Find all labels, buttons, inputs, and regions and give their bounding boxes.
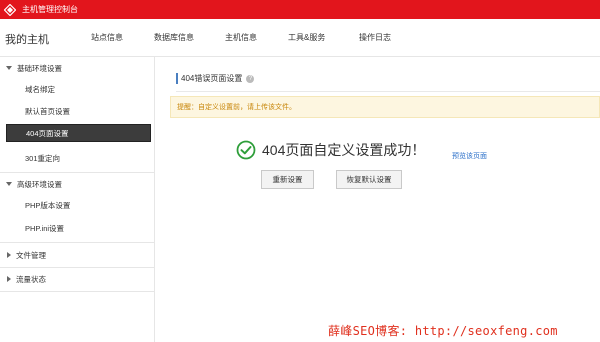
check-circle-icon — [236, 140, 256, 160]
caret-down-icon — [6, 66, 12, 70]
sidebar-group-traffic[interactable]: 流量状态 — [0, 270, 155, 288]
sidebar: 基础环境设置 域名绑定 默认首页设置 404页面设置 301重定向 高级环境设置… — [0, 57, 155, 342]
sidebar-item-default-homepage[interactable]: 默认首页设置 — [0, 102, 155, 120]
sidebar-item-php-version[interactable]: PHP版本设置 — [0, 196, 155, 214]
watermark: 薛峰SEO博客: http://seoxfeng.com — [328, 324, 558, 338]
sidebar-group-advanced[interactable]: 高级环境设置 — [0, 175, 155, 193]
section-title-text: 404错误页面设置 — [181, 74, 243, 83]
sidebar-item-label: 301重定向 — [25, 153, 61, 163]
sidebar-group-basic[interactable]: 基础环境设置 — [0, 59, 155, 77]
sidebar-group-label: 高级环境设置 — [17, 179, 62, 189]
caret-right-icon — [7, 252, 11, 258]
sidebar-divider — [0, 172, 155, 173]
title-bar: 主机管理控制台 — [0, 0, 600, 19]
tab-operation-log[interactable]: 操作日志 — [359, 32, 391, 43]
title-divider — [176, 91, 600, 92]
caret-down-icon — [6, 182, 12, 186]
sidebar-divider — [0, 242, 155, 243]
sidebar-item-301-redirect[interactable]: 301重定向 — [0, 149, 155, 167]
sidebar-divider — [0, 267, 155, 268]
top-nav: 我的主机 站点信息 数据库信息 主机信息 工具&服务 操作日志 — [0, 19, 600, 57]
notice-text: 提醒：自定义设置前，请上传该文件。 — [177, 104, 296, 111]
restore-default-button[interactable]: 恢复默认设置 — [336, 170, 402, 189]
tab-tools-services[interactable]: 工具&服务 — [288, 32, 325, 43]
caret-right-icon — [7, 276, 11, 282]
nav-home-title[interactable]: 我的主机 — [5, 31, 49, 47]
section-title: 404错误页面设置 ? — [176, 73, 255, 84]
sidebar-group-label: 流量状态 — [16, 274, 46, 284]
sidebar-group-files[interactable]: 文件管理 — [0, 246, 155, 264]
sidebar-item-label: 默认首页设置 — [25, 106, 70, 116]
sidebar-item-404-page[interactable]: 404页面设置 — [6, 124, 151, 142]
success-message-row: 404页面自定义设置成功！ — [236, 140, 425, 160]
sidebar-group-label: 基础环境设置 — [17, 63, 62, 73]
sidebar-item-label: 域名绑定 — [25, 84, 55, 94]
preview-page-link[interactable]: 预览该页面 — [452, 151, 487, 161]
sidebar-divider — [0, 291, 155, 292]
reset-button[interactable]: 重新设置 — [261, 170, 314, 189]
notice-banner: 提醒：自定义设置前，请上传该文件。 — [170, 96, 600, 118]
sidebar-item-php-ini[interactable]: PHP.ini设置 — [0, 219, 155, 237]
main-content: 404错误页面设置 ? 提醒：自定义设置前，请上传该文件。 404页面自定义设置… — [156, 57, 600, 342]
sidebar-item-domain-binding[interactable]: 域名绑定 — [0, 80, 155, 98]
help-icon[interactable]: ? — [246, 74, 255, 83]
tab-database-info[interactable]: 数据库信息 — [154, 32, 194, 43]
sidebar-item-label: 404页面设置 — [26, 128, 69, 138]
tab-host-info[interactable]: 主机信息 — [225, 32, 257, 43]
sidebar-group-label: 文件管理 — [16, 250, 46, 260]
sidebar-item-label: PHP.ini设置 — [25, 223, 65, 233]
logo-icon — [4, 3, 16, 16]
app-title: 主机管理控制台 — [22, 5, 78, 14]
success-message: 404页面自定义设置成功！ — [262, 142, 426, 158]
tab-site-info[interactable]: 站点信息 — [91, 32, 123, 43]
sidebar-item-label: PHP版本设置 — [25, 200, 71, 210]
